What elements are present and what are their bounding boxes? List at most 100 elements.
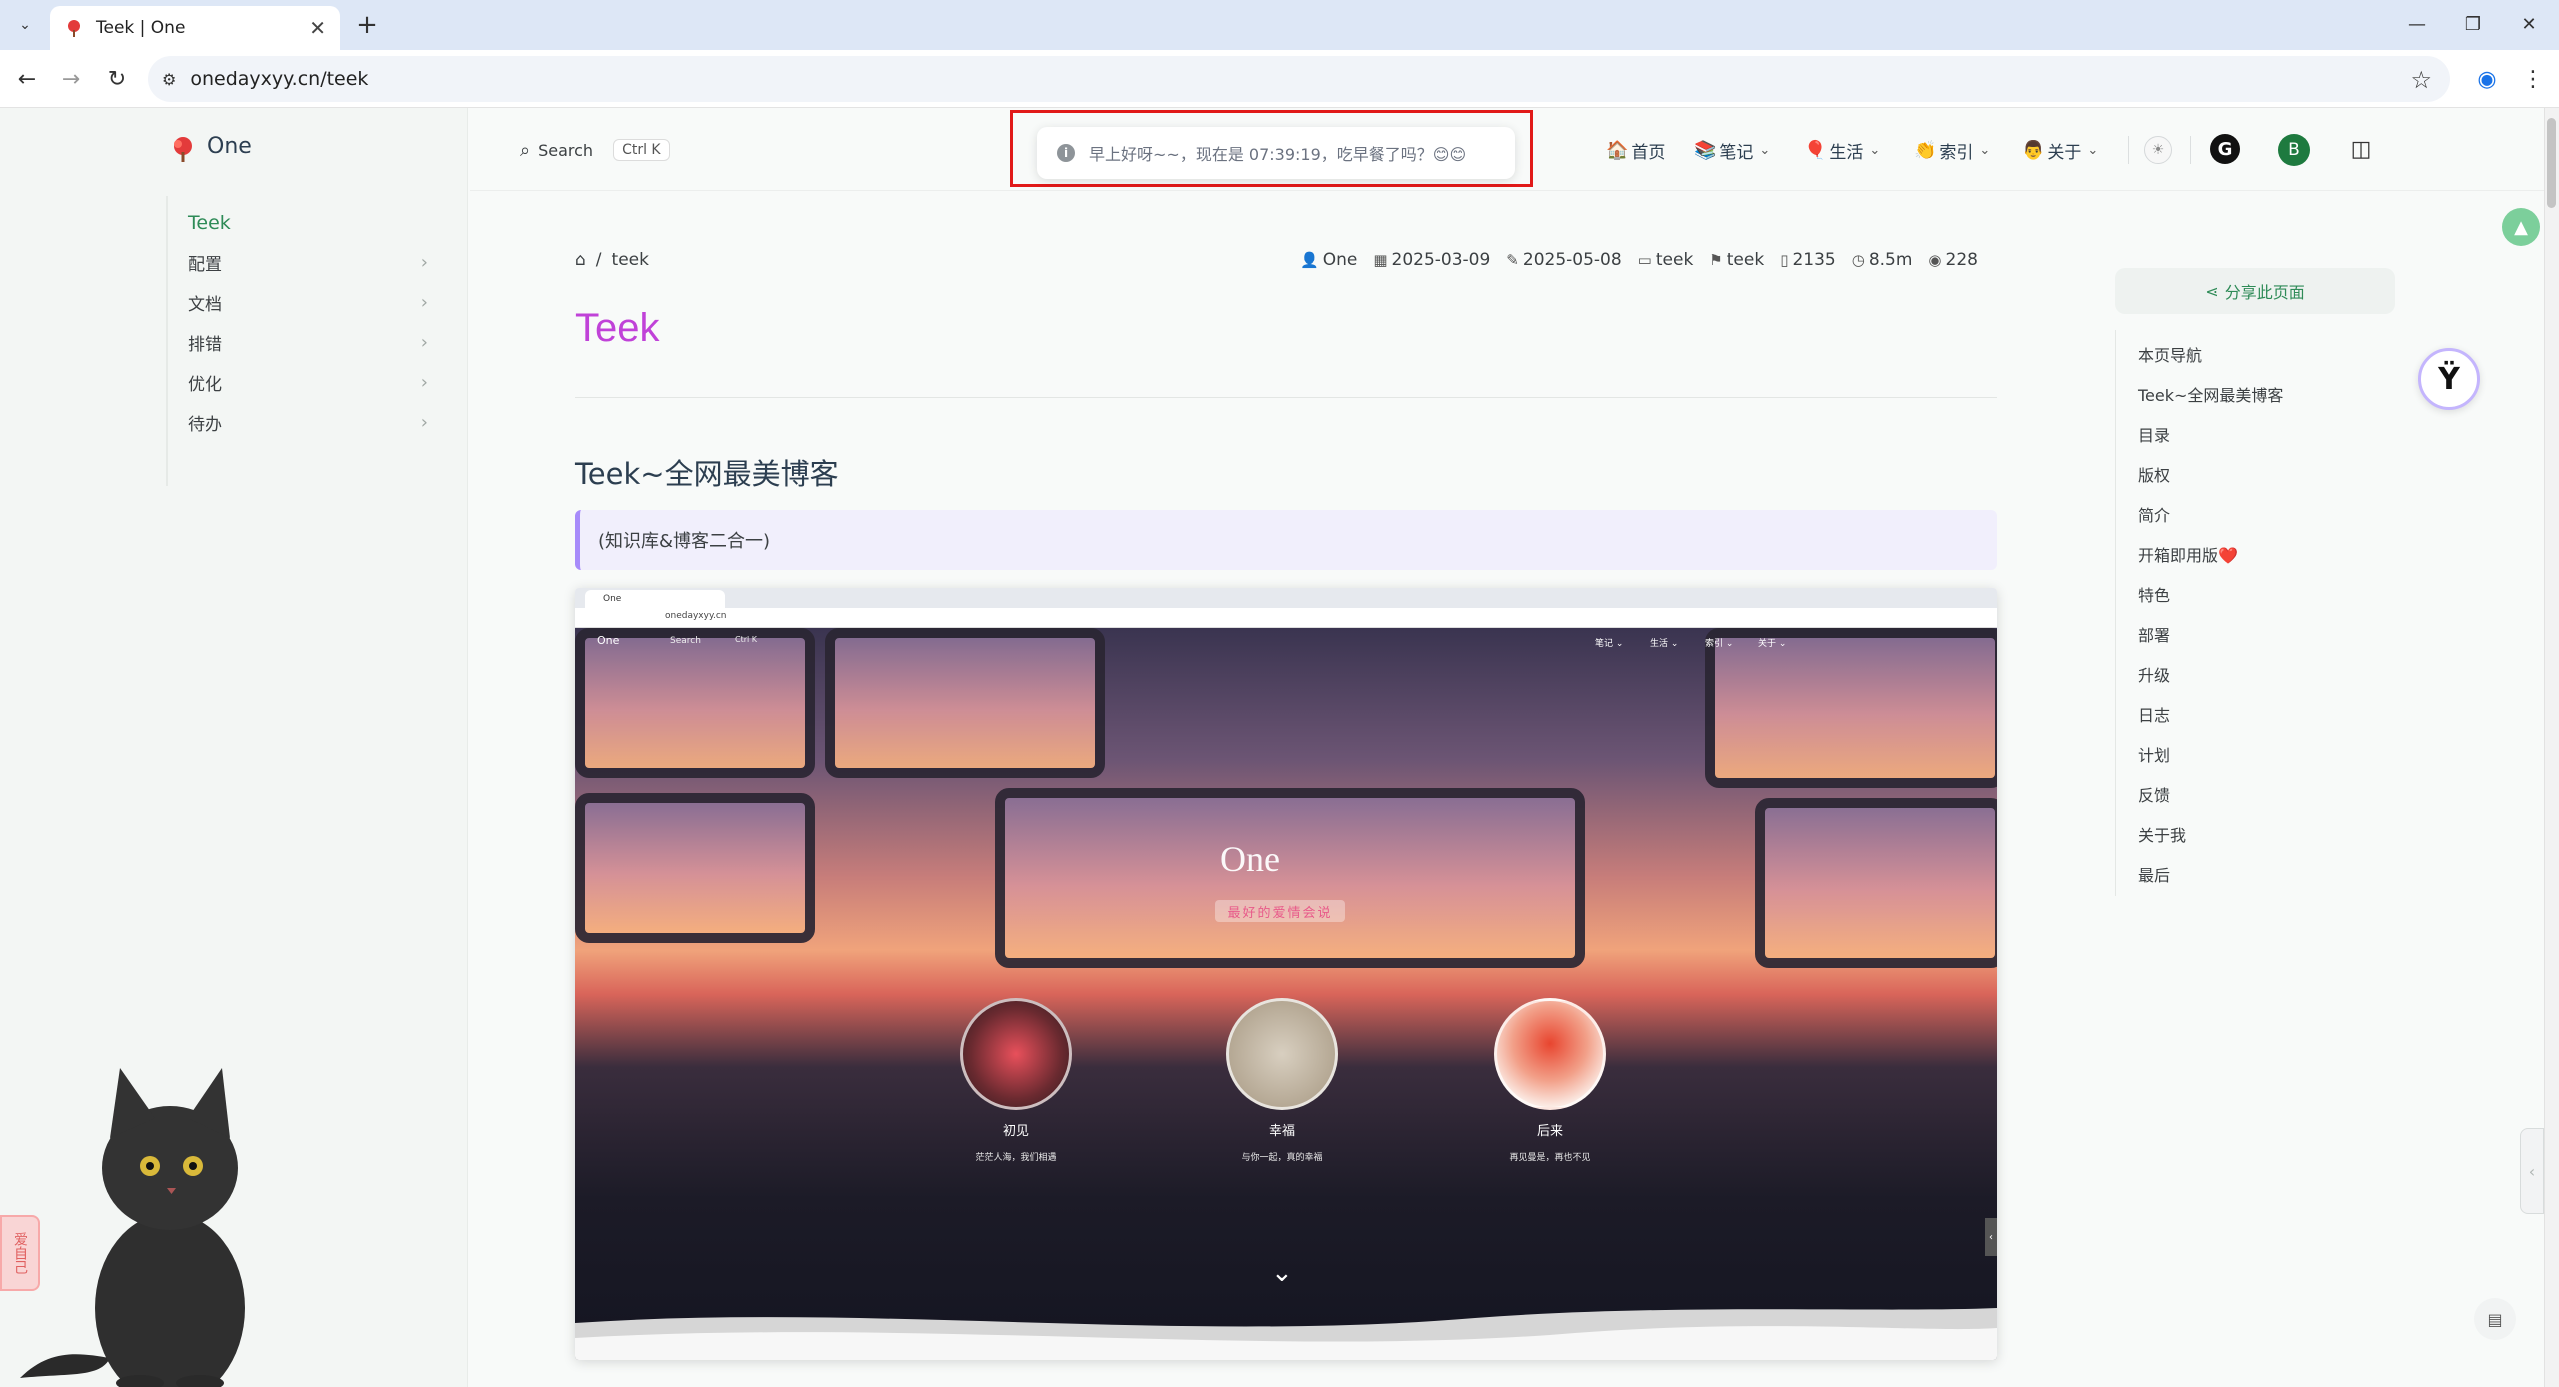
page-title: Teek	[575, 306, 660, 350]
shot-card-subtitle: 再见曼是，再也不见	[1509, 1153, 1591, 1163]
side-panel-tab[interactable]: ‹	[2520, 1128, 2544, 1214]
bookmark-icon: ⚑	[1709, 251, 1723, 269]
close-window-button[interactable]: ✕	[2504, 8, 2554, 40]
breadcrumb: ⌂ / teek	[575, 250, 649, 270]
tab-list-icon[interactable]: ⌄	[12, 12, 38, 38]
home-icon: 🏠	[1606, 139, 1629, 161]
shot-search: Search	[670, 636, 701, 646]
breadcrumb-current[interactable]: teek	[612, 250, 649, 270]
toc-divider	[2115, 330, 2116, 896]
menu-icon[interactable]: ⋮	[2518, 64, 2548, 94]
shot-url: onedayxyy.cn	[665, 611, 727, 621]
forward-button[interactable]: →	[54, 62, 88, 96]
info-icon: i	[1057, 144, 1075, 162]
toc-item[interactable]: 反馈	[2138, 782, 2170, 806]
star-icon[interactable]: ☆	[2410, 66, 2432, 94]
reload-button[interactable]: ↻	[100, 62, 134, 96]
sidebar-item-label: 文档	[188, 294, 222, 315]
book-icon: ▯	[1780, 251, 1789, 269]
grammarly-icon[interactable]: G	[2210, 134, 2240, 164]
toc-item[interactable]: 目录	[2138, 422, 2170, 446]
shot-card-title: 初见	[1002, 1124, 1029, 1139]
nav-index[interactable]: 👏 索引 ⌄	[1914, 136, 1990, 164]
toc-item[interactable]: Teek~全网最美博客	[2138, 382, 2283, 406]
meta-tag[interactable]: ⚑ teek	[1709, 250, 1764, 270]
notification-bell-icon[interactable]: ▲	[2502, 208, 2540, 246]
url-text: onedayxyy.cn/teek	[190, 68, 369, 90]
restore-button[interactable]: ❐	[2448, 8, 2498, 40]
meta-category[interactable]: ▭ teek	[1638, 250, 1694, 270]
browser-tab-strip	[0, 0, 2559, 50]
nav-home[interactable]: 🏠 首页	[1606, 136, 1665, 164]
scrollbar[interactable]	[2544, 108, 2559, 1387]
minimize-button[interactable]: —	[2392, 8, 2442, 40]
sidebar-item-troubleshoot[interactable]: 排错 ›	[188, 327, 428, 357]
shot-brand: One	[597, 634, 620, 647]
browser-tab[interactable]: Teek | One ✕	[50, 6, 340, 50]
sidebar-item-label: 待办	[188, 414, 222, 435]
search-button[interactable]: ⌕ Search Ctrl K	[520, 134, 670, 166]
meta-author[interactable]: 👤 One	[1300, 250, 1357, 270]
comment-icon[interactable]: ▤	[2474, 1298, 2516, 1340]
sidebar-item-config[interactable]: 配置 ›	[188, 247, 428, 277]
sidebar-item-optimize[interactable]: 优化 ›	[188, 367, 428, 397]
tag-name: teek	[1726, 250, 1765, 270]
site-name[interactable]: One	[207, 134, 252, 159]
train-window	[1755, 798, 1997, 968]
sidebar-item-teek[interactable]: Teek	[188, 208, 428, 238]
toc-item[interactable]: 开箱即用版❤️	[2138, 542, 2238, 566]
sidebar-item-todo[interactable]: 待办 ›	[188, 407, 428, 437]
meta-words: ▯ 2135	[1780, 250, 1836, 270]
cat-widget-tab[interactable]: 爱自己	[0, 1215, 40, 1291]
shot-kbd: Ctrl K	[735, 635, 758, 644]
created-date: 2025-03-09	[1391, 250, 1491, 270]
toc-item[interactable]: 本页导航	[2138, 342, 2202, 366]
shot-card-title: 后来	[1536, 1124, 1563, 1139]
shot-card-subtitle: 茫茫人海，我们相遇	[975, 1153, 1057, 1163]
nav-about[interactable]: 👨 关于 ⌄	[2022, 136, 2098, 164]
scrollbar-thumb[interactable]	[2547, 118, 2556, 208]
nav-life[interactable]: 🎈 生活 ⌄	[1804, 136, 1880, 164]
shot-tab: One	[585, 590, 725, 608]
meta-created: ▦ 2025-03-09	[1373, 250, 1490, 270]
sidebar-item-label: Teek	[188, 212, 231, 234]
toc-item[interactable]: 最后	[2138, 862, 2170, 886]
new-tab-button[interactable]: +	[352, 10, 382, 40]
site-logo-icon[interactable]	[168, 134, 198, 164]
meta-read-time: ◷ 8.5m	[1852, 250, 1913, 270]
toc-item[interactable]: 日志	[2138, 702, 2170, 726]
shot-nav-item: 笔记 ⌄	[1595, 639, 1624, 649]
toc-item[interactable]: 版权	[2138, 462, 2170, 486]
train-window	[825, 628, 1105, 778]
avatar[interactable]: B	[2278, 134, 2310, 166]
home-icon[interactable]: ⌂	[575, 250, 586, 270]
toc-item[interactable]: 计划	[2138, 742, 2170, 766]
reader-mode-icon[interactable]: ◫	[2346, 134, 2376, 164]
tab-close-icon[interactable]: ✕	[309, 16, 326, 40]
shot-hero-tagline: 最好的爱情会说	[1215, 900, 1345, 922]
sidebar-divider	[166, 196, 168, 486]
toc-item[interactable]: 部署	[2138, 622, 2170, 646]
back-button[interactable]: ←	[10, 62, 44, 96]
train-window	[575, 793, 815, 943]
profile-icon[interactable]: ◉	[2472, 64, 2502, 94]
nav-label: 索引	[1939, 142, 1974, 163]
shot-side-tab: ‹	[1985, 1218, 1997, 1256]
theme-toggle-icon[interactable]: ☀	[2144, 136, 2172, 164]
toc-item[interactable]: 升级	[2138, 662, 2170, 686]
nav-notes[interactable]: 📚 笔记 ⌄	[1694, 136, 1770, 164]
toc-item[interactable]: 关于我	[2138, 822, 2186, 846]
chevron-right-icon: ›	[420, 251, 428, 273]
address-bar[interactable]: ⚙ onedayxyy.cn/teek ☆	[148, 56, 2450, 102]
site-info-icon[interactable]: ⚙	[162, 70, 176, 89]
teek-logo-icon[interactable]: Ϋ	[2418, 348, 2480, 410]
sidebar-item-docs[interactable]: 文档 ›	[188, 287, 428, 317]
chevron-right-icon: ›	[420, 291, 428, 313]
cat-mascot-image[interactable]	[10, 1048, 280, 1387]
chevron-down-icon: ⌄	[1979, 142, 1991, 158]
toc-item[interactable]: 特色	[2138, 582, 2170, 606]
toc-item[interactable]: 简介	[2138, 502, 2170, 526]
share-page-button[interactable]: ⋖ 分享此页面	[2115, 268, 2395, 314]
article-screenshot-image: One onedayxyy.cn One Search Ctrl K 笔记 ⌄ …	[575, 588, 1997, 1360]
section-heading: Teek~全网最美博客	[575, 457, 839, 491]
